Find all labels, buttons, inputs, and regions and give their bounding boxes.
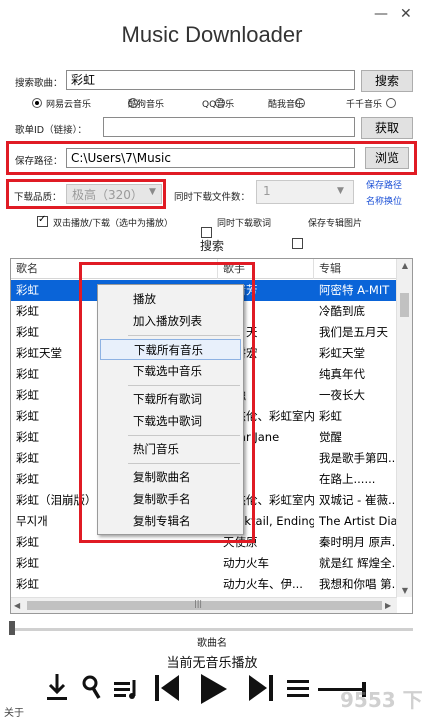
concurrent-select-value: 1 <box>263 184 271 198</box>
cell-album: 我是歌手第四... <box>319 451 397 465</box>
cell-album: 一夜长大 <box>319 388 365 402</box>
horizontal-scroll-thumb[interactable] <box>27 601 382 610</box>
menu-icon[interactable] <box>286 672 310 706</box>
cell-album: 在路上...... <box>319 472 376 486</box>
cell-album: 就是红 辉煌全... <box>319 556 397 570</box>
fetch-playlist-button[interactable]: 获取 <box>361 117 413 139</box>
save-path-link[interactable]: 保存路径 <box>366 178 402 191</box>
player-status: 当前无音乐播放 <box>166 656 258 671</box>
progress-track[interactable] <box>10 628 413 631</box>
table-row[interactable]: 彩虹 动力火车、伊... 我想和你唱 第... <box>11 574 397 595</box>
menu-separator <box>128 335 240 336</box>
cell-artist: 动力火车 <box>223 556 269 570</box>
chevron-down-icon: ▼ <box>149 187 156 197</box>
cell-album: The Artist Dia... <box>319 514 397 528</box>
cell-album: 秦时明月 原声... <box>319 535 397 549</box>
app-title: Music Downloader <box>121 22 303 47</box>
cell-album: 彩虹天堂 <box>319 346 365 360</box>
menu-separator <box>128 463 240 464</box>
menu-item-download-all-music[interactable]: 下载所有音乐 <box>100 339 241 360</box>
download-lyrics-label: 同时下载歌词 <box>217 219 272 229</box>
menu-separator <box>128 385 240 386</box>
cell-album: 阿密特 A-MIT <box>319 283 390 297</box>
search-input[interactable]: 彩虹 <box>66 70 355 90</box>
search-icon[interactable] <box>80 672 102 706</box>
cell-album: 彩虹 <box>319 409 342 423</box>
radio-netease[interactable] <box>32 98 42 108</box>
cell-album: 冷酷到底 <box>319 304 365 318</box>
cell-album: 觉醒 <box>319 430 342 444</box>
scroll-down-arrow[interactable]: ▼ <box>397 586 412 595</box>
chevron-down-icon: ▼ <box>337 186 344 196</box>
play-icon[interactable] <box>196 672 230 706</box>
playlist-label: 歌单ID（链接）： <box>15 125 87 136</box>
results-title: 搜索 <box>199 239 224 253</box>
menu-item-download-selected-music[interactable]: 下载选中音乐 <box>100 361 241 382</box>
vertical-scrollbar[interactable]: ▲ ▼ <box>396 259 412 597</box>
horizontal-scrollbar[interactable]: ◀ ||| ▶ <box>11 597 397 613</box>
scroll-up-arrow[interactable]: ▲ <box>397 261 412 270</box>
cell-album: 我想和你唱 第... <box>319 577 397 591</box>
column-header-album[interactable]: 专辑 <box>314 259 397 279</box>
save-album-art-label: 保存专辑图片 <box>308 219 363 229</box>
quality-label: 下载品质： <box>14 192 62 203</box>
quality-select[interactable]: 极高（320） ▼ <box>66 184 162 204</box>
menu-item-add-to-playlist[interactable]: 加入播放列表 <box>100 311 241 332</box>
scroll-left-arrow[interactable]: ◀ <box>14 601 20 610</box>
menu-item-copy-album-name[interactable]: 复制专辑名 <box>100 511 241 532</box>
vertical-scroll-thumb[interactable] <box>400 293 409 317</box>
source-radio-group: 网易云音乐 酷狗音乐 QQ音乐 酷我音乐 千千音乐 <box>32 97 412 111</box>
song-name-label: 歌曲名 <box>197 638 227 649</box>
radio-label-qq: QQ音乐 <box>202 100 235 110</box>
playlist-input[interactable] <box>103 117 355 137</box>
cell-album: 纯真年代 <box>319 367 365 381</box>
next-icon[interactable] <box>246 672 276 706</box>
minimize-button[interactable]: — <box>374 6 388 22</box>
cell-album: 我们是五月天 <box>319 325 388 339</box>
radio-label-kugou: 酷狗音乐 <box>128 100 165 110</box>
cell-title: 彩虹 <box>16 577 39 591</box>
radio-label-netease: 网易云音乐 <box>46 100 92 110</box>
cell-title: 彩虹 <box>16 556 39 570</box>
menu-separator <box>128 435 240 436</box>
previous-icon[interactable] <box>152 672 182 706</box>
menu-item-play[interactable]: 播放 <box>100 289 241 310</box>
radio-label-qianqian: 千千音乐 <box>346 100 383 110</box>
menu-item-copy-artist-name[interactable]: 复制歌手名 <box>100 489 241 510</box>
double-click-label: 双击播放/下载（选中为播放） <box>53 219 174 229</box>
concurrent-select[interactable]: 1 ▼ <box>256 180 354 204</box>
context-menu: 播放 加入播放列表 下载所有音乐 下载选中音乐 下载所有歌词 下载选中歌词 热门… <box>97 284 244 535</box>
menu-item-download-selected-lyrics[interactable]: 下载选中歌词 <box>100 411 241 432</box>
progress-handle[interactable] <box>9 621 15 635</box>
cell-album: 双城记 - 崔薇... <box>319 493 397 507</box>
menu-item-copy-song-name[interactable]: 复制歌曲名 <box>100 467 241 488</box>
radio-qianqian[interactable] <box>386 98 396 108</box>
menu-item-hot-music[interactable]: 热门音乐 <box>100 439 241 460</box>
menu-item-download-all-lyrics[interactable]: 下载所有歌词 <box>100 389 241 410</box>
radio-label-kuwo: 酷我音乐 <box>268 100 305 110</box>
close-button[interactable]: ✕ <box>400 6 412 22</box>
quality-select-value: 极高（320） <box>72 188 143 202</box>
download-icon[interactable] <box>44 672 70 706</box>
scroll-right-arrow[interactable]: ▶ <box>385 601 391 610</box>
concurrent-label: 同时下载文件数： <box>174 192 251 203</box>
cell-artist: 动力火车、伊... <box>223 577 303 591</box>
save-path-input[interactable]: C:\Users\7\Music <box>66 148 355 168</box>
watermark: 9553 下载 <box>340 688 423 718</box>
name-swap-link[interactable]: 名称换位 <box>366 194 402 207</box>
browse-button[interactable]: 浏览 <box>365 147 409 169</box>
about-link[interactable]: 关于 <box>4 704 24 718</box>
search-button[interactable]: 搜索 <box>361 70 413 92</box>
grip-icon: ||| <box>194 599 203 608</box>
double-click-checkbox[interactable] <box>37 214 48 227</box>
table-row[interactable]: 彩虹 动力火车 就是红 辉煌全... <box>11 553 397 574</box>
search-label: 搜索歌曲： <box>15 78 63 89</box>
save-path-label: 保存路径： <box>15 156 63 167</box>
playlist-icon[interactable] <box>112 672 140 706</box>
